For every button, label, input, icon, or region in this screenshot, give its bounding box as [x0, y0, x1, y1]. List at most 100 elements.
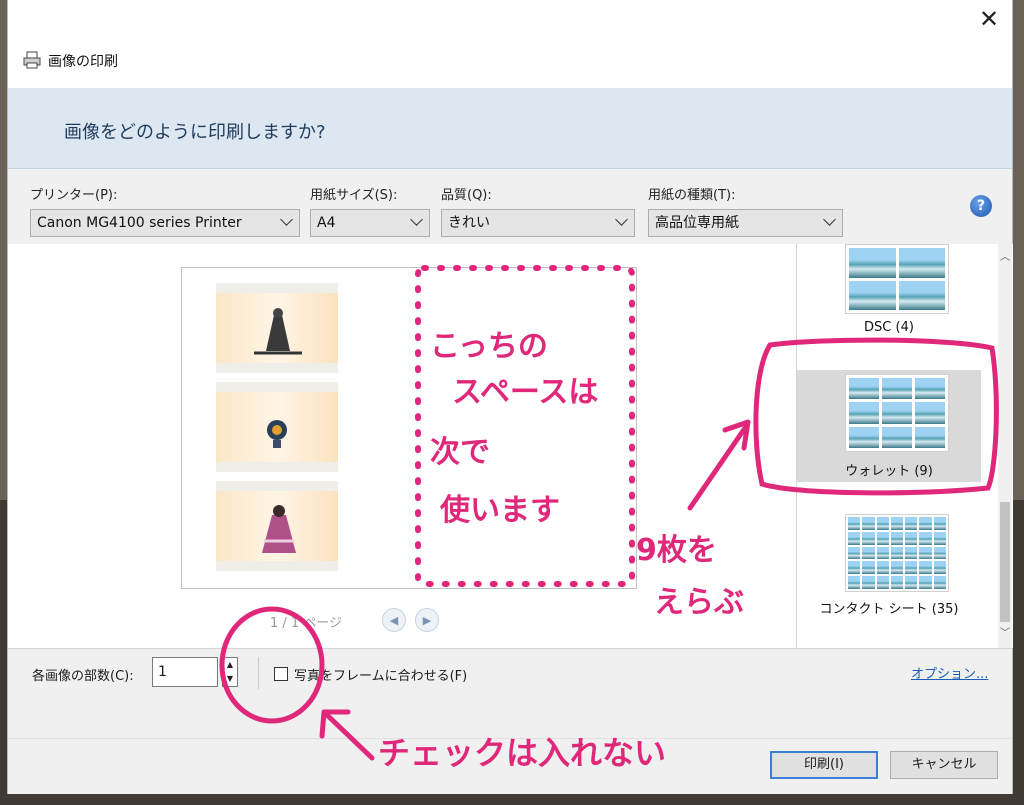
thumb-cell — [933, 561, 946, 575]
printer-select[interactable]: Canon MG4100 series Printer — [30, 209, 300, 237]
thumb-cell — [915, 402, 945, 424]
fit-to-frame-checkbox[interactable] — [274, 667, 288, 681]
next-page-button[interactable]: ▶ — [415, 608, 439, 632]
thumb-cell — [848, 517, 861, 530]
layout-thumbnail — [845, 374, 949, 452]
preview-page — [181, 267, 637, 589]
thumb-cell — [848, 531, 861, 545]
chevron-down-icon — [280, 213, 293, 226]
thumb-cell — [876, 517, 889, 530]
thumb-cell — [849, 402, 879, 424]
dialog-footer: 印刷(I) キャンセル — [8, 738, 1012, 794]
thumb-cell — [915, 426, 945, 448]
quality-select[interactable]: きれい — [441, 209, 635, 237]
copies-input[interactable]: 1 — [152, 657, 218, 687]
paper-size-value: A4 — [317, 215, 336, 231]
layout-label: ウォレット (9) — [845, 464, 933, 479]
paper-type-select[interactable]: 高品位専用紙 — [648, 209, 843, 237]
thumb-cell — [862, 561, 875, 575]
stepper-up-icon[interactable]: ▲ — [223, 658, 237, 672]
preview-photo — [216, 283, 338, 373]
thumb-cell — [849, 426, 879, 448]
chevron-down-icon — [410, 213, 423, 226]
thumb-cell — [933, 546, 946, 560]
chevron-down-icon — [823, 213, 836, 226]
thumb-cell — [882, 378, 912, 400]
thumb-cell — [933, 531, 946, 545]
photo-image — [216, 392, 338, 462]
thumb-cell — [898, 280, 945, 310]
thumb-cell — [919, 531, 932, 545]
thumb-cell — [905, 576, 918, 589]
window-title: 画像の印刷 — [48, 54, 118, 70]
page-indicator: 1 / 1 ページ — [270, 616, 343, 631]
layout-scrollbar[interactable]: ︿ ﹀ — [998, 244, 1012, 648]
layout-label: コンタクト シート (35) — [819, 602, 959, 617]
thumb-cell — [933, 517, 946, 530]
print-button[interactable]: 印刷(I) — [770, 751, 878, 779]
scroll-up-arrow-icon[interactable]: ︿ — [1000, 252, 1010, 264]
thumb-cell — [890, 576, 904, 589]
thumb-cell — [919, 546, 932, 560]
layout-item-wallet[interactable]: ウォレット (9) — [797, 370, 981, 482]
scroll-thumb[interactable] — [1000, 502, 1010, 622]
layout-thumbnail — [845, 514, 949, 592]
thumb-cell — [876, 531, 889, 545]
thumb-cell — [882, 426, 912, 448]
thumb-cell — [905, 531, 918, 545]
thumb-cell — [915, 378, 945, 400]
thumb-cell — [905, 561, 918, 575]
divider — [258, 657, 259, 689]
thumb-cell — [876, 576, 889, 589]
thumb-cell — [849, 280, 896, 310]
print-pictures-dialog: ✕ 画像の印刷 画像をどのように印刷しますか? プリンター(P): Canon … — [8, 0, 1013, 794]
quality-value: きれい — [448, 215, 490, 231]
figure-illustration — [267, 420, 287, 448]
thumb-cell — [848, 546, 861, 560]
layout-item-dsc[interactable]: DSC (4) — [797, 244, 981, 342]
copies-label: 各画像の部数(C): — [32, 669, 134, 684]
thumb-cell — [876, 561, 889, 575]
quality-label: 品質(Q): — [441, 188, 492, 203]
thumb-cell — [905, 517, 918, 530]
instruction-banner: 画像をどのように印刷しますか? — [8, 88, 1012, 168]
preview-photo — [216, 382, 338, 472]
options-link[interactable]: オプション... — [911, 663, 988, 682]
divider — [8, 168, 1012, 169]
paper-size-label: 用紙サイズ(S): — [310, 188, 398, 203]
close-button[interactable]: ✕ — [978, 6, 1000, 32]
fit-to-frame-label[interactable]: 写真をフレームに合わせる(F) — [294, 665, 467, 684]
photo-image — [216, 293, 338, 363]
thumb-cell — [862, 576, 875, 589]
thumb-cell — [919, 561, 932, 575]
help-icon[interactable]: ? — [970, 195, 992, 217]
thumb-cell — [848, 576, 861, 589]
scroll-down-arrow-icon[interactable]: ﹀ — [1000, 628, 1010, 640]
thumb-cell — [890, 546, 904, 560]
thumb-cell — [933, 576, 946, 589]
thumb-cell — [898, 248, 945, 278]
printer-value: Canon MG4100 series Printer — [37, 215, 242, 231]
paper-type-label: 用紙の種類(T): — [648, 188, 736, 203]
thumb-cell — [890, 517, 904, 530]
thumb-cell — [849, 248, 896, 278]
paper-size-select[interactable]: A4 — [310, 209, 430, 237]
layout-item-contact-sheet[interactable]: コンタクト シート (35) — [797, 512, 981, 622]
thumb-cell — [919, 517, 932, 530]
chevron-down-icon — [615, 213, 628, 226]
prev-page-button[interactable]: ◀ — [382, 608, 406, 632]
title-bar: ✕ 画像の印刷 — [8, 0, 1012, 88]
layout-list[interactable]: DSC (4) ウォレット (9) コンタクト シート (35) — [796, 244, 1013, 648]
thumb-cell — [882, 402, 912, 424]
thumb-cell — [890, 561, 904, 575]
thumb-cell — [849, 378, 879, 400]
stepper-down-icon[interactable]: ▼ — [223, 672, 237, 686]
thumb-cell — [862, 546, 875, 560]
instruction-text: 画像をどのように印刷しますか? — [64, 122, 326, 143]
figure-illustration — [254, 308, 302, 355]
printer-label: プリンター(P): — [30, 188, 118, 203]
copies-stepper[interactable]: ▲ ▼ — [222, 657, 238, 687]
layout-thumbnail — [845, 244, 949, 314]
photo-image — [216, 491, 338, 561]
cancel-button[interactable]: キャンセル — [890, 751, 998, 779]
